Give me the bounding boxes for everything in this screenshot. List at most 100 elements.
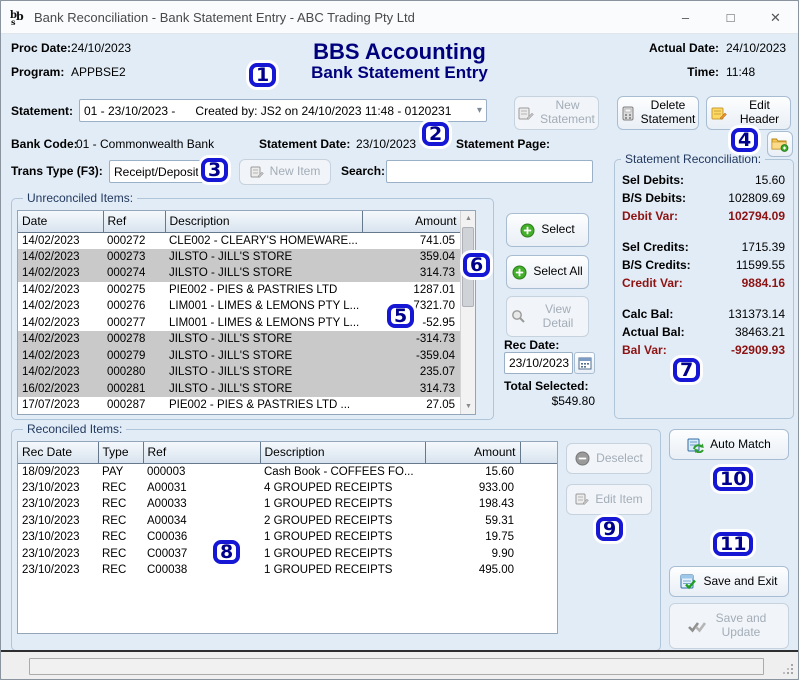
statement-label: Statement:: [11, 104, 74, 118]
time-value: 11:48: [726, 65, 756, 79]
col-description[interactable]: Description: [260, 442, 426, 464]
reconciled-row[interactable]: 23/10/2023 REC A00033 1 GROUPED RECEIPTS 198…: [18, 496, 557, 513]
resize-grip-icon[interactable]: [783, 664, 794, 675]
rec-date-picker-button[interactable]: [574, 352, 595, 374]
new-item-button[interactable]: New Item: [239, 159, 331, 185]
unreconciled-row[interactable]: 14/02/2023 000275 PIE002 - PIES & PASTRIES…: [18, 282, 461, 299]
select-button[interactable]: Select: [506, 213, 589, 247]
actual-date-label: Actual Date:: [648, 41, 719, 55]
col-amount[interactable]: Amount: [362, 211, 462, 233]
callout-9: 9: [596, 517, 624, 541]
edit-item-button[interactable]: Edit Item: [566, 484, 652, 515]
new-statement-button[interactable]: New Statement: [514, 96, 599, 130]
reconciliation-row: Calc Bal: 131373.14: [615, 305, 793, 323]
save-and-update-button[interactable]: Save and Update: [669, 603, 789, 649]
search-input[interactable]: [386, 160, 593, 183]
unreconciled-row[interactable]: 16/02/2023 000281 JILSTO - JILL'S STORE 314…: [18, 380, 461, 397]
col-ref[interactable]: Ref: [143, 442, 261, 464]
window: b b s Bank Reconciliation - Bank Stateme…: [0, 0, 799, 680]
delete-statement-label: Delete Statement: [640, 98, 696, 126]
reconciliation-row: Credit Var: 9884.16: [615, 274, 793, 292]
reconciled-row[interactable]: 18/09/2023 PAY 000003 Cash Book - COFFEES F…: [18, 463, 557, 480]
view-detail-button[interactable]: View Detail: [506, 296, 589, 337]
reconciliation-row-label: Actual Bal:: [622, 325, 685, 339]
reconciliation-row-value: 9884.16: [741, 276, 785, 290]
unreconciled-scrollbar[interactable]: ▲ ▼: [460, 211, 475, 414]
callout-2: 2: [422, 122, 450, 146]
col-amount[interactable]: Amount: [425, 442, 521, 464]
col-description[interactable]: Description: [165, 211, 363, 233]
reconciliation-row-value: 1715.39: [741, 240, 785, 254]
col-ref[interactable]: Ref: [103, 211, 166, 233]
deselect-button[interactable]: Deselect: [566, 443, 652, 474]
scroll-down-icon[interactable]: ▼: [461, 399, 475, 414]
reconciled-table-body: 18/09/2023 PAY 000003 Cash Book - COFFEES F…: [18, 463, 557, 579]
reconciled-row[interactable]: 23/10/2023 REC C00038 1 GROUPED RECEIPTS 495…: [18, 562, 557, 579]
unreconciled-row[interactable]: 17/07/2023 000287 PIE002 - PIES & PASTRIES…: [18, 397, 461, 414]
reconciled-row[interactable]: 23/10/2023 REC C00036 1 GROUPED RECEIPTS 19.…: [18, 529, 557, 546]
minimize-icon[interactable]: –: [663, 1, 708, 34]
new-statement-icon: [518, 106, 535, 121]
close-icon[interactable]: ✕: [753, 1, 798, 34]
reconciliation-row-label: Calc Bal:: [622, 307, 674, 321]
reconciliation-group: Sel Debits: 15.60 B/S Debits: 102809.69 Debi…: [614, 159, 794, 419]
reconciliation-row: Debit Var: 102794.09: [615, 207, 793, 225]
reconciliation-row-value: 131373.14: [728, 307, 785, 321]
time-label: Time:: [687, 65, 719, 79]
col-type[interactable]: Type: [98, 442, 144, 464]
reconciliation-row: B/S Debits: 102809.69: [615, 189, 793, 207]
reconciled-row[interactable]: 23/10/2023 REC A00034 2 GROUPED RECEIPTS 59.…: [18, 513, 557, 530]
open-folder-button[interactable]: [767, 131, 793, 157]
auto-match-button[interactable]: Auto Match: [669, 429, 789, 460]
callout-11: 11: [713, 532, 754, 556]
callout-5: 5: [387, 304, 415, 328]
reconciliation-row: Actual Bal: 38463.21: [615, 323, 793, 341]
unreconciled-row[interactable]: 14/02/2023 000272 CLE002 - CLEARY'S HOMEWA…: [18, 232, 461, 249]
edit-header-icon: [711, 106, 727, 121]
unreconciled-header-row: Date Ref Description Amount: [18, 211, 462, 233]
rec-date-input[interactable]: 23/10/2023: [504, 352, 573, 374]
unreconciled-row[interactable]: 14/02/2023 000280 JILSTO - JILL'S STORE 235…: [18, 364, 461, 381]
delete-statement-button[interactable]: Delete Statement: [617, 96, 699, 130]
callout-3: 3: [201, 158, 229, 182]
statement-dropdown[interactable]: 01 - 23/10/2023 - Created by: JS2 on 24/…: [79, 99, 487, 122]
reconciliation-row-label: B/S Credits:: [622, 258, 691, 272]
reconciled-row[interactable]: 23/10/2023 REC C00037 1 GROUPED RECEIPTS 9.9…: [18, 546, 557, 563]
status-message-field: [29, 658, 764, 675]
edit-item-label: Edit Item: [595, 491, 643, 506]
callout-4: 4: [731, 128, 759, 152]
unreconciled-row[interactable]: 14/02/2023 000278 JILSTO - JILL'S STORE -31…: [18, 331, 461, 348]
col-date[interactable]: Date: [18, 211, 104, 233]
scroll-up-icon[interactable]: ▲: [461, 211, 475, 226]
app-logo-icon: b b s: [9, 8, 27, 26]
select-label: Select: [541, 222, 575, 237]
status-bar: [1, 650, 798, 679]
col-rec-date[interactable]: Rec Date: [18, 442, 99, 464]
actual-date-value: 24/10/2023: [726, 41, 787, 55]
trans-type-label: Trans Type (F3):: [11, 164, 103, 178]
unreconciled-group-title: Unreconciled Items:: [23, 191, 138, 205]
unreconciled-row[interactable]: 14/02/2023 000273 JILSTO - JILL'S STORE 359…: [18, 248, 461, 265]
auto-match-icon: [687, 437, 705, 453]
reconciled-table: Rec Date Type Ref Description Amount 18/…: [17, 441, 558, 634]
edit-header-button[interactable]: Edit Header: [706, 96, 791, 130]
chevron-down-icon: ▾: [476, 105, 482, 116]
unreconciled-row[interactable]: 14/02/2023 000274 JILSTO - JILL'S STORE 314…: [18, 265, 461, 282]
reconciliation-row-label: B/S Debits:: [622, 191, 687, 205]
maximize-icon[interactable]: □: [708, 1, 753, 34]
col-filler: [520, 442, 557, 464]
calendar-icon: [578, 357, 592, 370]
reconciled-row[interactable]: 23/10/2023 REC A00031 4 GROUPED RECEIPTS 933…: [18, 480, 557, 497]
reconciliation-row-value: 15.60: [754, 173, 785, 187]
save-and-exit-label: Save and Exit: [703, 573, 778, 588]
reconciliation-row: B/S Credits: 11599.55: [615, 256, 793, 274]
statement-date-value: 23/10/2023: [356, 137, 417, 151]
reconciliation-row-value: 11599.55: [735, 258, 785, 272]
save-and-exit-button[interactable]: Save and Exit: [669, 566, 789, 597]
select-all-label: Select All: [533, 264, 583, 279]
unreconciled-row[interactable]: 14/02/2023 000279 JILSTO - JILL'S STORE -35…: [18, 347, 461, 364]
reconciliation-group-title: Statement Reconciliation:: [621, 152, 766, 166]
select-all-button[interactable]: Select All: [506, 255, 589, 289]
save-and-update-label: Save and Update: [715, 611, 767, 639]
edit-item-icon: [575, 493, 590, 506]
